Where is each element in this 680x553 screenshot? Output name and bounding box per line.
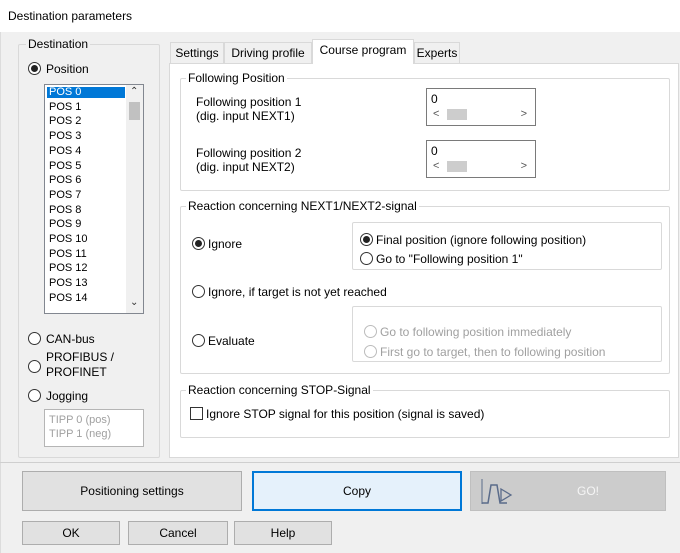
first-target-then-label[interactable]: First go to target, then to following po… <box>380 345 605 359</box>
go-button[interactable]: GO! <box>470 471 666 511</box>
position-list-item[interactable]: POS 7 <box>49 189 81 201</box>
following-position-2-label: Following position 2 <box>196 146 302 160</box>
position-list-item[interactable]: POS 10 <box>49 234 88 245</box>
goto-following-1-radio[interactable] <box>360 252 373 265</box>
evaluate-radio-label[interactable]: Evaluate <box>208 334 255 348</box>
tab-driving-profile[interactable]: Driving profile <box>224 42 312 64</box>
position-list-item[interactable]: POS 1 <box>49 101 81 113</box>
jogging-item: TIPP 0 (pos) <box>49 414 111 426</box>
scrollbar-thumb[interactable] <box>129 102 140 120</box>
goto-immediately-label[interactable]: Go to following position immediately <box>380 325 571 339</box>
position-list-scrollbar[interactable]: ⌃ ⌄ <box>126 85 143 313</box>
following-position-1-field[interactable]: 0 < > <box>426 88 536 126</box>
position-list-item[interactable]: POS 2 <box>49 116 81 127</box>
position-list-item[interactable]: POS 14 <box>49 292 88 304</box>
canbus-radio[interactable] <box>28 332 41 345</box>
tab-settings[interactable]: Settings <box>170 42 224 64</box>
title-bar: Destination parameters <box>0 0 680 32</box>
position-list-item[interactable]: POS 13 <box>49 278 88 289</box>
chevron-right-icon[interactable]: > <box>521 159 527 174</box>
cancel-button[interactable]: Cancel <box>128 521 228 545</box>
position-list-item[interactable]: POS 6 <box>49 175 81 186</box>
help-button[interactable]: Help <box>234 521 332 545</box>
position-list-item[interactable]: POS 9 <box>49 219 81 230</box>
position-list-item[interactable]: POS 5 <box>49 160 81 172</box>
separator <box>0 462 680 463</box>
window-title: Destination parameters <box>8 9 133 23</box>
position-list-item[interactable]: POS 12 <box>49 263 88 274</box>
following-position-2-slider[interactable]: < > <box>431 159 531 174</box>
position-list-item[interactable]: POS 11 <box>49 248 87 260</box>
ignore-stop-checkbox-label[interactable]: Ignore STOP signal for this position (si… <box>206 407 484 421</box>
goto-immediately-radio[interactable] <box>364 325 377 338</box>
following-position-1-label: Following position 1 <box>196 95 302 109</box>
ignore-if-not-reached-radio[interactable] <box>192 285 205 298</box>
position-radio[interactable] <box>28 62 41 75</box>
jogging-item: TIPP 1 (neg) <box>49 428 112 440</box>
position-list-item[interactable]: POS 4 <box>49 145 81 157</box>
evaluate-radio[interactable] <box>192 334 205 347</box>
position-list-item[interactable]: POS 0 <box>47 87 125 98</box>
position-list-item[interactable]: POS 8 <box>49 204 81 216</box>
position-list-item[interactable]: POS 3 <box>49 131 81 142</box>
copy-button[interactable]: Copy <box>252 471 462 511</box>
final-position-radio-label[interactable]: Final position (ignore following positio… <box>376 233 586 247</box>
positioning-settings-button[interactable]: Positioning settings <box>22 471 242 511</box>
chevron-left-icon[interactable]: < <box>433 159 439 174</box>
slider-thumb[interactable] <box>447 161 467 172</box>
profibus-radio-label-line1[interactable]: PROFIBUS / <box>46 350 114 364</box>
reaction-stop-label: Reaction concerning STOP-Signal <box>186 383 373 397</box>
position-listbox[interactable]: POS 0 POS 1 POS 2 POS 3 POS 4 POS 5 POS 6 POS 7… <box>44 84 144 314</box>
jogging-listbox: TIPP 0 (pos) TIPP 1 (neg) <box>44 409 144 447</box>
ignore-radio[interactable] <box>192 237 205 250</box>
slider-thumb[interactable] <box>447 109 467 120</box>
following-position-2-value[interactable]: 0 <box>431 144 438 158</box>
profibus-radio[interactable] <box>28 360 41 373</box>
ok-button[interactable]: OK <box>22 521 120 545</box>
destination-group-label: Destination <box>26 37 91 51</box>
following-position-1-slider[interactable]: < > <box>431 107 531 122</box>
ignore-if-not-reached-label[interactable]: Ignore, if target is not yet reached <box>208 285 387 299</box>
jogging-radio[interactable] <box>28 389 41 402</box>
canbus-radio-label[interactable]: CAN-bus <box>46 332 95 346</box>
profibus-radio-label-line2[interactable]: PROFINET <box>46 365 107 379</box>
ignore-radio-label[interactable]: Ignore <box>208 237 242 251</box>
following-position-1-value[interactable]: 0 <box>431 92 438 106</box>
first-target-then-radio[interactable] <box>364 345 377 358</box>
position-radio-label[interactable]: Position <box>46 62 89 76</box>
tab-experts[interactable]: Experts <box>414 42 460 64</box>
following-position-2-field[interactable]: 0 < > <box>426 140 536 178</box>
go-button-label[interactable]: GO! <box>471 484 665 498</box>
goto-following-1-radio-label[interactable]: Go to "Following position 1" <box>376 252 523 266</box>
ignore-stop-checkbox[interactable] <box>190 407 203 420</box>
reaction-next-label: Reaction concerning NEXT1/NEXT2-signal <box>186 199 419 213</box>
final-position-radio[interactable] <box>360 233 373 246</box>
following-position-1-sublabel: (dig. input NEXT1) <box>196 109 295 123</box>
tab-course-program[interactable]: Course program <box>312 39 414 64</box>
jogging-radio-label[interactable]: Jogging <box>46 389 88 403</box>
chevron-right-icon[interactable]: > <box>521 107 527 122</box>
chevron-left-icon[interactable]: < <box>433 107 439 122</box>
following-position-2-sublabel: (dig. input NEXT2) <box>196 160 295 174</box>
following-position-label: Following Position <box>186 71 287 85</box>
chevron-down-icon[interactable]: ⌄ <box>130 297 138 308</box>
chevron-up-icon[interactable]: ⌃ <box>130 86 138 97</box>
